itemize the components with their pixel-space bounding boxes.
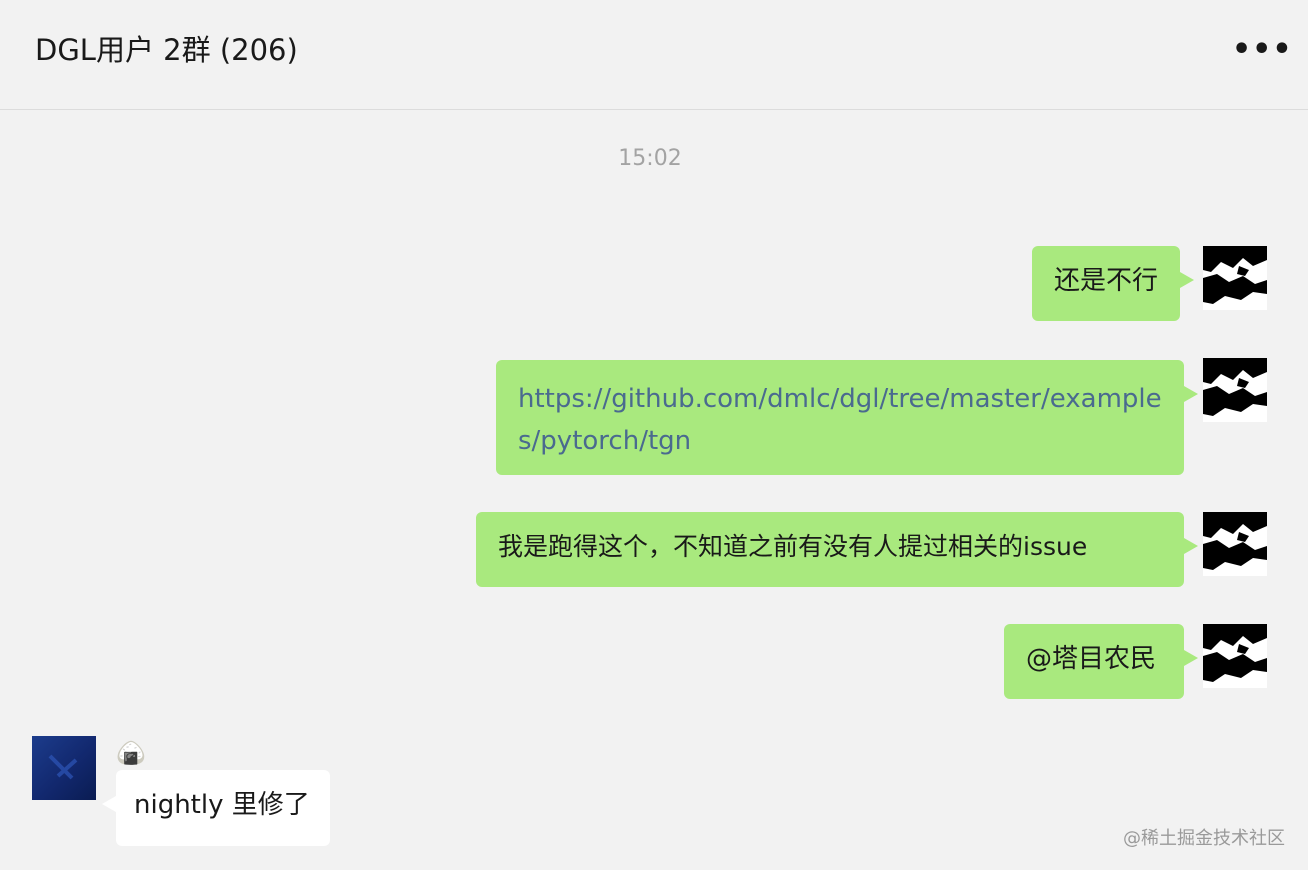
user-avatar[interactable]	[1203, 358, 1267, 422]
avatar-pattern-icon	[48, 754, 78, 780]
message-text: 还是不行	[1054, 266, 1159, 296]
watermark: @稀土掘金技术社区	[1123, 828, 1285, 849]
avatar-image-icon	[1203, 358, 1267, 422]
outgoing-message-bubble[interactable]: @塔目农民	[1004, 624, 1198, 699]
chat-title: DGL用户 2群 (206)	[35, 33, 298, 67]
avatar-image-icon	[1203, 512, 1267, 576]
sender-avatar[interactable]	[32, 736, 96, 800]
message-text: nightly 里修了	[134, 790, 310, 820]
message-mention[interactable]: @塔目农民	[1026, 644, 1156, 674]
avatar-image-icon	[1203, 624, 1267, 688]
avatar-image-icon	[1203, 246, 1267, 310]
user-avatar[interactable]	[1203, 246, 1267, 310]
chat-header: DGL用户 2群 (206) •••	[0, 0, 1308, 110]
outgoing-link-bubble[interactable]: https://github.com/dmlc/dgl/tree/master/…	[496, 360, 1198, 475]
user-avatar[interactable]	[1203, 624, 1267, 688]
more-horizontal-icon[interactable]: •••	[1232, 32, 1292, 68]
message-timestamp: 15:02	[618, 146, 682, 171]
rice-ball-icon: 🍙	[116, 739, 146, 767]
outgoing-message-bubble[interactable]: 我是跑得这个，不知道之前有没有人提过相关的issue	[476, 512, 1198, 587]
incoming-message-bubble[interactable]: nightly 里修了	[102, 770, 330, 846]
message-text: 我是跑得这个，不知道之前有没有人提过相关的issue	[498, 532, 1088, 561]
outgoing-message-bubble[interactable]: 还是不行	[1032, 246, 1195, 321]
user-avatar[interactable]	[1203, 512, 1267, 576]
message-link[interactable]: https://github.com/dmlc/dgl/tree/master/…	[518, 384, 1162, 456]
